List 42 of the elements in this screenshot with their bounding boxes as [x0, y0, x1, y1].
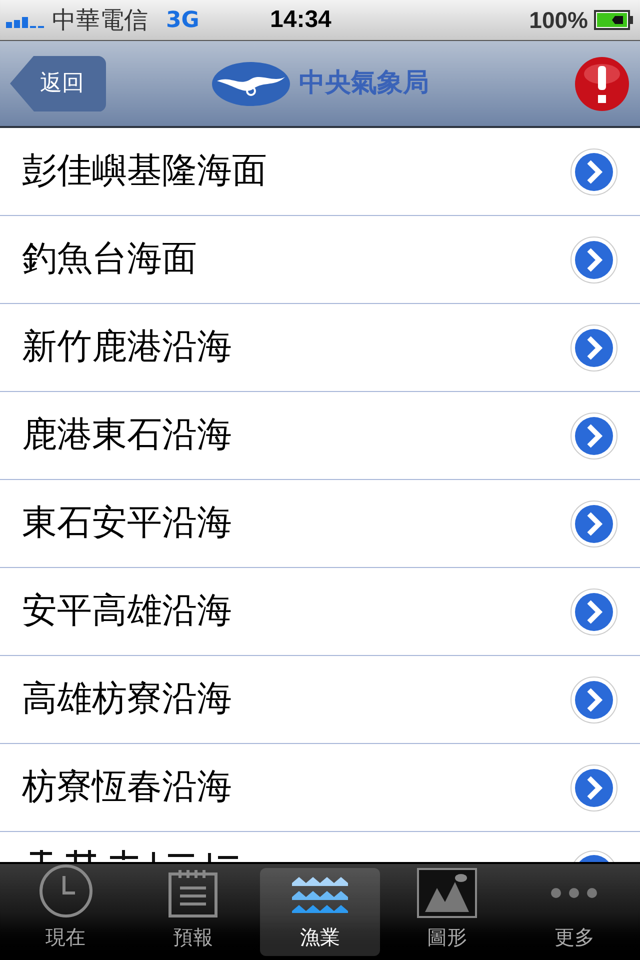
- chevron-icon[interactable]: [570, 588, 618, 636]
- carrier-name: 中華電信: [52, 5, 148, 36]
- mountain-image-icon: [417, 868, 478, 918]
- chevron-icon[interactable]: [570, 500, 618, 548]
- tab[interactable]: 圖形: [388, 868, 507, 956]
- chevron-icon[interactable]: [570, 412, 618, 460]
- row-label: 安平高雄沿海: [22, 590, 233, 634]
- app-title: 中央氣象局: [299, 67, 429, 100]
- battery-charging-icon: [594, 10, 634, 30]
- clock-time: 14:34: [270, 5, 332, 35]
- alert-icon[interactable]: [574, 56, 630, 112]
- list-row[interactable]: 安平高雄沿海: [0, 568, 640, 656]
- tab[interactable]: 更多: [514, 868, 634, 956]
- list-row[interactable]: 新竹鹿港沿海: [0, 304, 640, 392]
- row-label: 枋寮恆春沿海: [22, 766, 233, 810]
- logo-icon: [211, 60, 291, 106]
- chevron-icon[interactable]: [570, 148, 618, 196]
- row-label: 高雄枋寮沿海: [22, 678, 233, 722]
- battery-percent: 100%: [529, 6, 588, 35]
- row-label: 新竹鹿港沿海: [22, 326, 233, 370]
- list-row[interactable]: 枋寮恆春沿海: [0, 744, 640, 832]
- row-label: 東石安平沿海: [22, 502, 233, 546]
- notepad-icon: [168, 868, 218, 918]
- tab[interactable]: 現在: [6, 868, 126, 956]
- row-label: 釣魚台海面: [22, 238, 198, 282]
- list-row[interactable]: 鹿港東石沿海: [0, 392, 640, 480]
- chevron-icon[interactable]: [570, 324, 618, 372]
- chevron-icon[interactable]: [570, 236, 618, 284]
- row-label: 鹿港東石沿海: [22, 414, 233, 458]
- back-button[interactable]: 返回: [10, 56, 106, 112]
- row-label: 彭佳嶼基隆海面: [22, 150, 268, 194]
- clock-icon: [38, 864, 93, 918]
- list-row[interactable]: 釣魚台海面: [0, 216, 640, 304]
- more-icon: [550, 887, 598, 899]
- tab[interactable]: 預報: [133, 868, 252, 956]
- tab[interactable]: 漁業: [260, 868, 380, 956]
- list-row[interactable]: 高雄枋寮沿海: [0, 656, 640, 744]
- network-type: 3G: [166, 6, 200, 34]
- list-row[interactable]: 彭佳嶼基隆海面: [0, 128, 640, 216]
- chevron-icon[interactable]: [570, 764, 618, 812]
- list-row[interactable]: 東石安平沿海: [0, 480, 640, 568]
- chevron-icon[interactable]: [570, 676, 618, 724]
